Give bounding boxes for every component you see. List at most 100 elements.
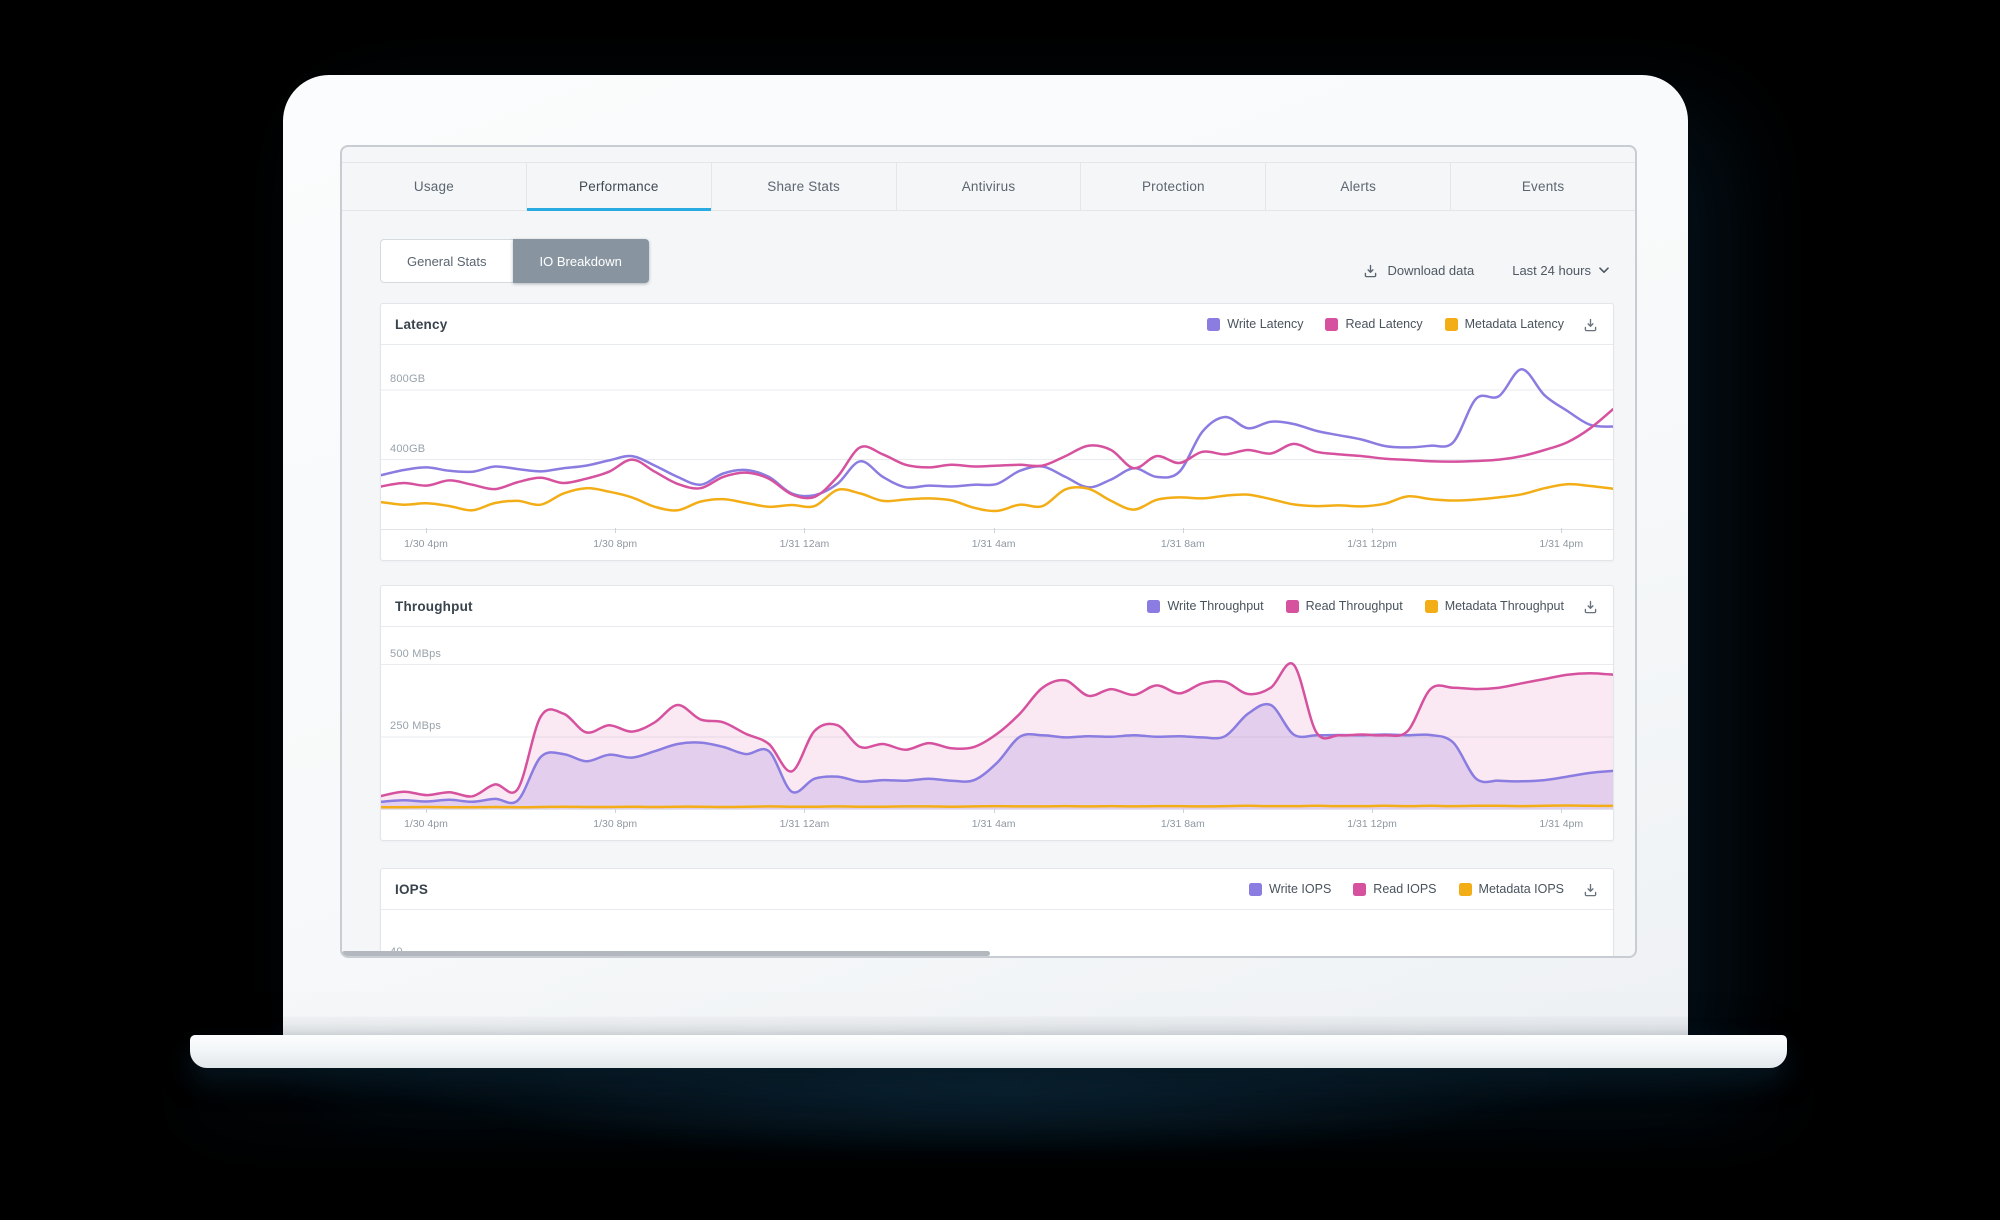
x-tick-mark	[1372, 528, 1374, 533]
legend-swatch	[1207, 317, 1221, 331]
legend-label: Write Latency	[1227, 317, 1304, 331]
throughput-x-axis: 1/30 4pm 1/30 8pm 1/31 12am 1/31 4am 1/31 8a…	[381, 808, 1613, 840]
tab-usage[interactable]: Usage	[342, 163, 526, 210]
chart-download-button[interactable]	[1582, 598, 1599, 615]
subtab-label: IO Breakdown	[539, 253, 622, 269]
chart-title: IOPS	[395, 881, 429, 897]
legend-item-read-latency[interactable]: Read Latency	[1325, 317, 1423, 331]
x-tick-label: 1/31 8am	[1160, 538, 1205, 550]
laptop-screen: Usage Performance Share Stats Antivirus Prot…	[340, 145, 1637, 958]
legend-swatch	[1353, 882, 1367, 896]
tab-label: Events	[1521, 179, 1565, 194]
x-tick-mark	[615, 528, 617, 533]
x-tick-mark	[615, 808, 617, 813]
download-tray-icon	[1584, 883, 1597, 896]
x-tick-mark	[1561, 528, 1563, 533]
tab-antivirus[interactable]: Antivirus	[895, 163, 1081, 210]
throughput-chart-card: Throughput Write Throughput Read Throughp…	[380, 585, 1614, 841]
legend-label: Metadata Latency	[1464, 317, 1564, 331]
tab-label: Share Stats	[767, 179, 841, 194]
x-tick-mark	[993, 808, 995, 813]
x-tick-label: 1/31 12pm	[1347, 818, 1397, 830]
tab-protection[interactable]: Protection	[1080, 163, 1265, 210]
card-header: Throughput Write Throughput Read Throughp…	[381, 586, 1613, 627]
tab-label: Alerts	[1340, 179, 1377, 194]
card-header: IOPS Write IOPS Read IOPS Metadata IOPS	[381, 869, 1613, 910]
legend-item-metadata-latency[interactable]: Metadata Latency	[1444, 317, 1564, 331]
tab-bar: Usage Performance Share Stats Antivirus Prot…	[342, 162, 1635, 211]
latency-chart-card: Latency Write Latency Read Latency Metadat…	[380, 303, 1614, 561]
download-tray-icon	[1584, 318, 1597, 331]
x-tick-label: 1/30 8pm	[593, 818, 638, 830]
legend-swatch	[1444, 317, 1458, 331]
legend-label: Read Throughput	[1305, 599, 1403, 613]
tab-label: Antivirus	[961, 179, 1016, 194]
chart-legend: Write IOPS Read IOPS Metadata IOPS	[1227, 882, 1564, 896]
x-tick-label: 1/31 4am	[971, 538, 1016, 550]
x-tick-label: 1/31 4pm	[1539, 818, 1584, 830]
x-tick-label: 1/31 12am	[779, 818, 830, 830]
legend-label: Write Throughput	[1167, 599, 1264, 613]
horizontal-scrollbar-thumb[interactable]	[342, 951, 990, 956]
subtab-io-breakdown[interactable]: IO Breakdown	[512, 239, 649, 283]
legend-label: Metadata IOPS	[1478, 882, 1564, 896]
tab-share-stats[interactable]: Share Stats	[710, 163, 896, 210]
throughput-chart-svg	[381, 661, 1613, 809]
x-tick-label: 1/30 4pm	[404, 818, 448, 830]
chart-download-button[interactable]	[1582, 881, 1599, 898]
chevron-down-icon	[1599, 266, 1609, 273]
legend-label: Read Latency	[1345, 317, 1423, 331]
legend-item-read-iops[interactable]: Read IOPS	[1353, 882, 1437, 896]
legend-item-write-iops[interactable]: Write IOPS	[1249, 882, 1331, 896]
x-tick-mark	[1372, 808, 1374, 813]
subtab-general-stats[interactable]: General Stats	[380, 239, 513, 283]
time-range-label: Last 24 hours	[1512, 262, 1591, 278]
metadata-latency-line	[381, 482, 1613, 513]
legend-swatch	[1424, 599, 1438, 613]
x-tick-mark	[804, 528, 806, 533]
legend-swatch	[1147, 599, 1161, 613]
latency-plot-area: 800GB 400GB	[381, 345, 1613, 529]
time-range-dropdown[interactable]: Last 24 hours	[1512, 263, 1609, 278]
card-header: Latency Write Latency Read Latency Metadat…	[381, 304, 1613, 345]
tab-performance[interactable]: Performance	[525, 163, 711, 211]
x-tick-mark	[425, 528, 427, 533]
legend-item-write-throughput[interactable]: Write Throughput	[1147, 599, 1264, 613]
tab-alerts[interactable]: Alerts	[1265, 163, 1450, 210]
latency-x-axis: 1/30 4pm 1/30 8pm 1/31 12am 1/31 4am 1/31 8a…	[381, 528, 1613, 560]
tab-label: Performance	[579, 179, 659, 194]
download-data-label: Download data	[1387, 262, 1475, 278]
iops-chart-card: IOPS Write IOPSRead IOPSMetadata IOPS 40	[380, 868, 1614, 956]
active-tab-underline	[526, 208, 711, 211]
x-tick-label: 1/31 12pm	[1347, 538, 1397, 550]
tab-events[interactable]: Events	[1450, 163, 1635, 210]
legend-item-write-latency[interactable]: Write Latency	[1207, 317, 1303, 331]
legend-swatch	[1285, 599, 1299, 613]
download-data-button[interactable]: Download data	[1362, 262, 1474, 279]
chart-legend: Write Latency Read Latency Metadata Latenc…	[1185, 317, 1564, 331]
chart-legend: Write Throughput Read Throughput Metadata …	[1125, 599, 1564, 613]
legend-item-metadata-throughput[interactable]: Metadata Throughput	[1424, 599, 1564, 613]
x-tick-label: 1/31 4am	[971, 818, 1016, 830]
legend-swatch	[1249, 882, 1263, 896]
tab-label: Protection	[1141, 179, 1205, 194]
x-tick-label: 1/30 4pm	[404, 538, 448, 550]
legend-swatch	[1458, 882, 1472, 896]
legend-item-read-throughput[interactable]: Read Throughput	[1285, 599, 1403, 613]
write-latency-line	[381, 368, 1613, 498]
laptop-base	[190, 1035, 1787, 1068]
legend-label: Metadata Throughput	[1444, 599, 1564, 613]
x-tick-mark	[425, 808, 427, 813]
legend-swatch	[1325, 317, 1339, 331]
read-throughput-area	[381, 663, 1613, 809]
x-tick-label: 1/31 8am	[1160, 818, 1205, 830]
legend-label: Write IOPS	[1269, 882, 1332, 896]
legend-item-metadata-iops[interactable]: Metadata IOPS	[1458, 882, 1564, 896]
sub-tab-group: General Stats IO Breakdown	[380, 239, 649, 283]
chart-download-button[interactable]	[1582, 316, 1599, 333]
x-tick-label: 1/30 8pm	[593, 538, 638, 550]
latency-chart-svg	[381, 368, 1613, 513]
tab-label: Usage	[413, 179, 454, 194]
x-tick-label: 1/31 12am	[779, 538, 830, 550]
x-tick-mark	[993, 528, 995, 533]
